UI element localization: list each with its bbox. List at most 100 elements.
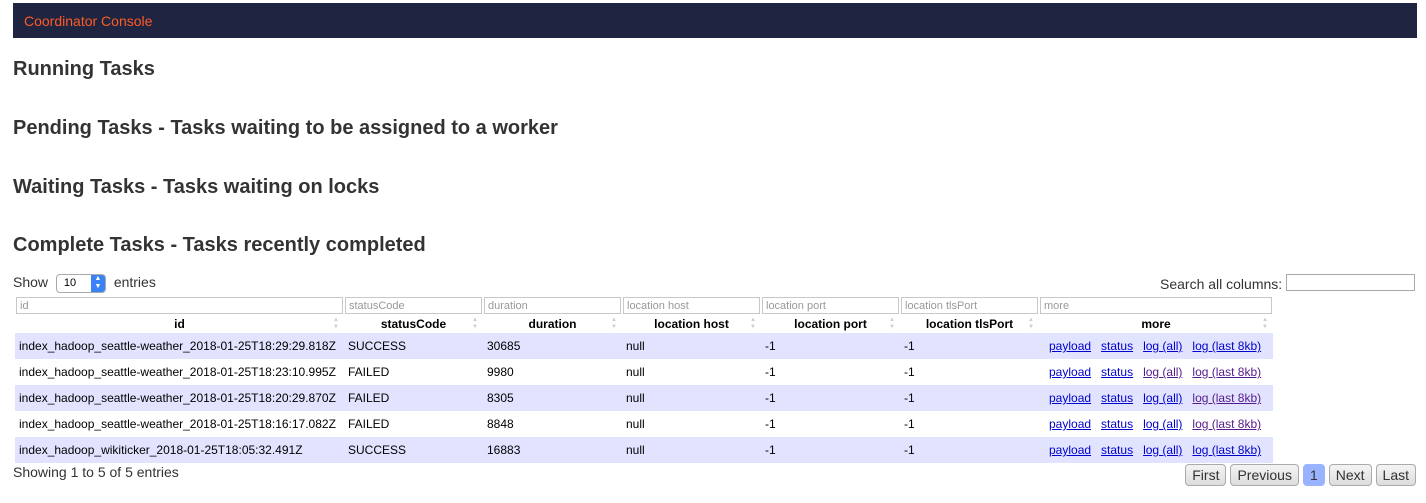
app-title[interactable]: Coordinator Console — [24, 13, 152, 29]
search-all-columns-input[interactable] — [1286, 274, 1415, 291]
sort-icon: ▲ ▼ — [1262, 317, 1268, 330]
previous-page-button[interactable]: Previous — [1230, 464, 1299, 486]
column-header-statuscode[interactable]: statusCode ▲ ▼ — [344, 315, 483, 333]
filter-more-input[interactable] — [1040, 297, 1272, 314]
filter-location-host-input[interactable] — [623, 297, 760, 314]
cell-more: payload status log (all) log (last 8kb) — [1039, 437, 1273, 463]
filter-location-port-input[interactable] — [762, 297, 899, 314]
log-last-8kb-link[interactable]: log (last 8kb) — [1192, 365, 1261, 379]
complete-tasks-heading: Complete Tasks - Tasks recently complete… — [13, 234, 426, 256]
running-tasks-heading: Running Tasks — [13, 58, 155, 80]
status-link[interactable]: status — [1101, 443, 1133, 457]
filter-id-input[interactable] — [16, 297, 343, 314]
cell-location-tlsport: -1 — [900, 333, 1039, 359]
cell-statuscode: SUCCESS — [344, 333, 483, 359]
log-all-link[interactable]: log (all) — [1143, 443, 1182, 457]
cell-duration: 8305 — [483, 385, 622, 411]
table-info-text: Showing 1 to 5 of 5 entries — [13, 464, 179, 480]
payload-link[interactable]: payload — [1049, 365, 1091, 379]
pending-tasks-heading: Pending Tasks - Tasks waiting to be assi… — [13, 117, 558, 139]
column-filter-row — [15, 296, 1273, 315]
cell-location-port: -1 — [761, 411, 900, 437]
table-row: index_hadoop_seattle-weather_2018-01-25T… — [15, 359, 1273, 385]
table-row: index_hadoop_seattle-weather_2018-01-25T… — [15, 411, 1273, 437]
log-all-link[interactable]: log (all) — [1143, 339, 1182, 353]
entries-label: entries — [113, 274, 156, 291]
sort-icon: ▲ ▼ — [1028, 317, 1034, 330]
select-arrows-icon: ▲ ▼ — [90, 275, 105, 292]
cell-location-host: null — [622, 359, 761, 385]
cell-location-tlsport: -1 — [900, 437, 1039, 463]
entries-select-value: 10 — [63, 277, 77, 289]
log-last-8kb-link[interactable]: log (last 8kb) — [1192, 391, 1261, 405]
payload-link[interactable]: payload — [1049, 417, 1091, 431]
filter-location-tlsport-input[interactable] — [901, 297, 1038, 314]
cell-statuscode: FAILED — [344, 411, 483, 437]
log-all-link[interactable]: log (all) — [1143, 417, 1182, 431]
top-nav-bar: Coordinator Console — [13, 3, 1417, 38]
filter-duration-input[interactable] — [484, 297, 621, 314]
cell-location-port: -1 — [761, 385, 900, 411]
sort-icon: ▲ ▼ — [750, 317, 756, 330]
column-header-more[interactable]: more ▲ ▼ — [1039, 315, 1273, 333]
cell-location-host: null — [622, 385, 761, 411]
filter-statuscode-input[interactable] — [345, 297, 482, 314]
cell-location-tlsport: -1 — [900, 411, 1039, 437]
sort-icon: ▲ ▼ — [333, 317, 339, 330]
sort-icon: ▲ ▼ — [472, 317, 478, 330]
status-link[interactable]: status — [1101, 339, 1133, 353]
waiting-tasks-heading: Waiting Tasks - Tasks waiting on locks — [13, 176, 380, 198]
last-page-button[interactable]: Last — [1375, 464, 1416, 486]
cell-location-port: -1 — [761, 359, 900, 385]
table-header-row: id ▲ ▼ statusCode ▲ ▼ duration ▲ ▼ location ho… — [15, 315, 1273, 333]
page-1-button[interactable]: 1 — [1302, 464, 1325, 486]
status-link[interactable]: status — [1101, 365, 1133, 379]
cell-id: index_hadoop_seattle-weather_2018-01-25T… — [15, 333, 344, 359]
cell-location-port: -1 — [761, 437, 900, 463]
status-link[interactable]: status — [1101, 417, 1133, 431]
cell-location-tlsport: -1 — [900, 359, 1039, 385]
cell-more: payload status log (all) log (last 8kb) — [1039, 333, 1273, 359]
status-link[interactable]: status — [1101, 391, 1133, 405]
cell-id: index_hadoop_seattle-weather_2018-01-25T… — [15, 385, 344, 411]
entries-select[interactable]: 10 ▲ ▼ — [55, 274, 106, 293]
cell-duration: 30685 — [483, 333, 622, 359]
cell-more: payload status log (all) log (last 8kb) — [1039, 359, 1273, 385]
complete-tasks-table: id▲▼ statusCode▲▼ duration▲▼ location ho… — [15, 296, 1273, 463]
column-header-location-host[interactable]: location host ▲ ▼ — [622, 315, 761, 333]
cell-location-port: -1 — [761, 333, 900, 359]
payload-link[interactable]: payload — [1049, 391, 1091, 405]
pagination: First Previous 1 Next Last — [1185, 464, 1416, 486]
column-header-location-port[interactable]: location port ▲ ▼ — [761, 315, 900, 333]
cell-duration: 8848 — [483, 411, 622, 437]
cell-id: index_hadoop_seattle-weather_2018-01-25T… — [15, 411, 344, 437]
cell-location-tlsport: -1 — [900, 385, 1039, 411]
cell-location-host: null — [622, 437, 761, 463]
sort-icon: ▲ ▼ — [889, 317, 895, 330]
log-all-link[interactable]: log (all) — [1143, 365, 1182, 379]
cell-id: index_hadoop_wikiticker_2018-01-25T18:05… — [15, 437, 344, 463]
column-header-duration[interactable]: duration ▲ ▼ — [483, 315, 622, 333]
column-header-id[interactable]: id ▲ ▼ — [15, 315, 344, 333]
cell-duration: 9980 — [483, 359, 622, 385]
table-row: index_hadoop_seattle-weather_2018-01-25T… — [15, 333, 1273, 359]
log-last-8kb-link[interactable]: log (last 8kb) — [1192, 339, 1261, 353]
cell-duration: 16883 — [483, 437, 622, 463]
first-page-button[interactable]: First — [1185, 464, 1227, 486]
log-all-link[interactable]: log (all) — [1143, 391, 1182, 405]
cell-more: payload status log (all) log (last 8kb) — [1039, 385, 1273, 411]
payload-link[interactable]: payload — [1049, 339, 1091, 353]
log-last-8kb-link[interactable]: log (last 8kb) — [1192, 443, 1261, 457]
next-page-button[interactable]: Next — [1328, 464, 1372, 486]
show-label: Show — [13, 274, 49, 291]
entries-length-control: Show 10 ▲ ▼ entries — [13, 274, 156, 293]
cell-location-host: null — [622, 411, 761, 437]
column-header-location-tlsport[interactable]: location tlsPort ▲ ▼ — [900, 315, 1039, 333]
cell-statuscode: FAILED — [344, 359, 483, 385]
sort-icon: ▲ ▼ — [611, 317, 617, 330]
search-label: Search all columns: — [1160, 276, 1283, 292]
payload-link[interactable]: payload — [1049, 443, 1091, 457]
cell-id: index_hadoop_seattle-weather_2018-01-25T… — [15, 359, 344, 385]
cell-statuscode: SUCCESS — [344, 437, 483, 463]
log-last-8kb-link[interactable]: log (last 8kb) — [1192, 417, 1261, 431]
